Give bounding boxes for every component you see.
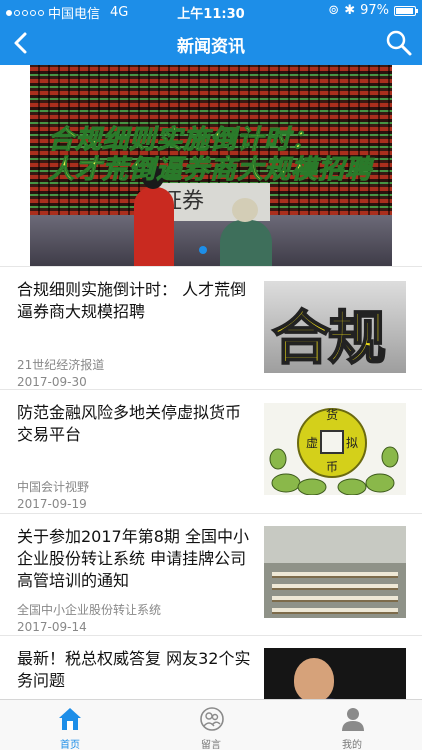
- news-thumbnail: 货 虚 拟 币: [264, 403, 406, 495]
- bluetooth-icon: ✱: [344, 3, 356, 18]
- news-title: 防范金融风险多地关停虚拟货币交易平台: [17, 403, 242, 444]
- tab-profile[interactable]: 我的: [282, 700, 422, 750]
- carousel-page-indicator[interactable]: [199, 246, 207, 254]
- news-item[interactable]: 防范金融风险多地关停虚拟货币交易平台 中国会计视野 2017-09-19 货 虚…: [0, 389, 422, 513]
- news-source: 21世纪经济报道: [17, 358, 105, 372]
- news-title: 合规细则实施倒计时： 人才荒倒逼券商大规模招聘: [17, 280, 247, 321]
- news-date: 2017-09-19: [17, 497, 87, 511]
- lock-rotation-icon: ⊚: [328, 3, 340, 18]
- news-thumbnail: [264, 526, 406, 618]
- svg-text:货: 货: [326, 407, 338, 422]
- tab-bar: 首页 留言 我的: [0, 699, 422, 750]
- battery-icon: [394, 5, 418, 16]
- news-source: 中国会计视野: [17, 480, 90, 494]
- tab-label: 首页: [60, 740, 80, 750]
- tab-label: 留言: [201, 740, 221, 750]
- svg-text:虚: 虚: [306, 436, 318, 450]
- search-icon[interactable]: [384, 28, 414, 58]
- status-bar: 中国电信 4G 上午11:30 ⊚ ✱ 97%: [0, 0, 422, 22]
- tab-label: 我的: [342, 740, 362, 750]
- news-date: 2017-09-14: [17, 620, 87, 634]
- message-icon: [200, 707, 224, 731]
- news-title: 最新！税总权威答复 网友32个实务问题: [17, 649, 251, 690]
- news-title: 关于参加2017年第8期 全国中小企业股份转让系统 申请挂牌公司高管培训的通知: [17, 527, 249, 590]
- svg-text:拟: 拟: [346, 436, 358, 450]
- home-icon: [59, 708, 81, 730]
- banner-person: [134, 165, 174, 266]
- user-icon: [342, 708, 364, 731]
- banner-person: [220, 198, 272, 266]
- tab-home[interactable]: 首页: [0, 700, 140, 750]
- news-source: 全国中小企业股份转让系统: [17, 603, 162, 617]
- banner-carousel[interactable]: 证券 合规细则实施倒计时： 人才荒倒逼券商大规模招聘: [30, 65, 392, 266]
- news-item[interactable]: 合规细则实施倒计时： 人才荒倒逼券商大规模招聘 21世纪经济报道 2017-09…: [0, 266, 422, 389]
- coin-icon: 货 虚 拟 币: [269, 407, 399, 495]
- svg-text:币: 币: [326, 460, 338, 474]
- tab-messages[interactable]: 留言: [141, 700, 281, 750]
- news-thumbnail: 合规: [264, 281, 406, 373]
- news-item[interactable]: 最新！税总权威答复 网友32个实务问题: [0, 635, 422, 705]
- news-date: 2017-09-30: [17, 375, 87, 389]
- news-thumbnail: [264, 648, 406, 700]
- banner-caption: 合规细则实施倒计时： 人才荒倒逼券商大规模招聘: [47, 125, 373, 186]
- nav-bar: 新闻资讯: [0, 22, 422, 65]
- news-item[interactable]: 关于参加2017年第8期 全国中小企业股份转让系统 申请挂牌公司高管培训的通知 …: [0, 513, 422, 635]
- page-title: 新闻资讯: [177, 37, 245, 57]
- battery-percent: 97%: [360, 3, 389, 18]
